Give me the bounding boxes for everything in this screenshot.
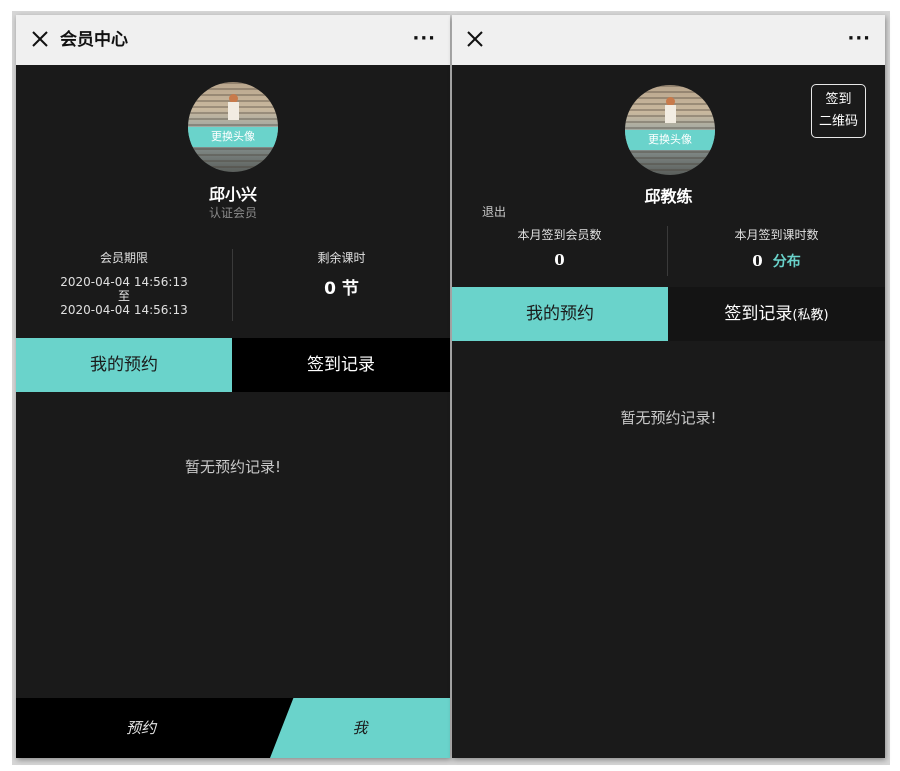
page-title: 会员中心 xyxy=(60,30,128,50)
tab-bar: 我的预约 签到记录(私教) xyxy=(452,287,885,341)
membership-period-to: 至 xyxy=(117,289,130,303)
close-icon[interactable] xyxy=(464,28,486,50)
user-name: 邱教练 xyxy=(644,187,693,206)
membership-period-end: 2020-04-04 14:56:13 xyxy=(60,303,188,317)
tab-checkin-label: 签到记录 xyxy=(724,304,793,324)
tab-checkin-records[interactable]: 签到记录 xyxy=(232,338,450,392)
monthly-members-label: 本月签到会员数 xyxy=(517,228,602,242)
member-role: 认证会员 xyxy=(208,206,257,220)
user-name: 邱小兴 xyxy=(208,185,257,204)
monthly-hours-value: 0 xyxy=(752,252,763,270)
member-center-panel: 会员中心 ··· 更换头像 邱小兴 认证会员 会员期限 2020-04-04 1… xyxy=(16,15,450,758)
tab-my-reservations[interactable]: 我的预约 xyxy=(452,287,668,341)
membership-period-start: 2020-04-04 14:56:13 xyxy=(60,275,188,289)
avatar[interactable]: 更换头像 xyxy=(625,85,715,175)
nav-item-me[interactable]: 我 xyxy=(270,698,450,758)
title-bar: 会员中心 ··· xyxy=(16,15,450,65)
title-bar: ··· xyxy=(452,15,885,65)
more-menu-icon[interactable]: ··· xyxy=(412,27,436,51)
empty-state-text: 暂无预约记录! xyxy=(620,409,717,427)
bottom-nav: 预约 我 xyxy=(16,698,450,758)
qrcode-button-line2: 二维码 xyxy=(818,114,858,129)
tab-my-reservations[interactable]: 我的预约 xyxy=(16,338,232,392)
empty-state-text: 暂无预约记录! xyxy=(184,458,281,476)
avatar[interactable]: 更换头像 xyxy=(188,82,278,172)
qrcode-button-line1: 签到 xyxy=(825,92,852,107)
change-avatar-label[interactable]: 更换头像 xyxy=(625,130,715,150)
remaining-hours-value: 0 节 xyxy=(324,279,359,299)
more-menu-icon[interactable]: ··· xyxy=(847,27,871,51)
coach-panel: ··· 更换头像 签到 二维码 邱教练 退出 本月签到会员数 0 本月签到课时数… xyxy=(452,15,885,758)
tab-checkin-records-private[interactable]: 签到记录(私教) xyxy=(668,287,885,341)
monthly-hours-label: 本月签到课时数 xyxy=(734,228,819,242)
change-avatar-label[interactable]: 更换头像 xyxy=(188,127,278,147)
tab-bar: 我的预约 签到记录 xyxy=(16,338,450,392)
logout-link[interactable]: 退出 xyxy=(482,203,506,220)
monthly-members-value: 0 xyxy=(554,251,565,269)
membership-period-label: 会员期限 xyxy=(99,251,148,265)
close-icon[interactable] xyxy=(29,28,51,50)
tab-private-suffix: (私教) xyxy=(792,308,829,323)
remaining-hours-label: 剩余课时 xyxy=(317,251,366,265)
avatar-photo xyxy=(227,94,239,128)
distribution-link[interactable]: 分布 xyxy=(773,254,801,270)
nav-item-reservation[interactable]: 预约 xyxy=(16,698,266,758)
avatar-photo xyxy=(664,97,676,131)
checkin-qrcode-button[interactable]: 签到 二维码 xyxy=(811,84,866,138)
monthly-hours-row: 0 分布 xyxy=(668,251,885,271)
